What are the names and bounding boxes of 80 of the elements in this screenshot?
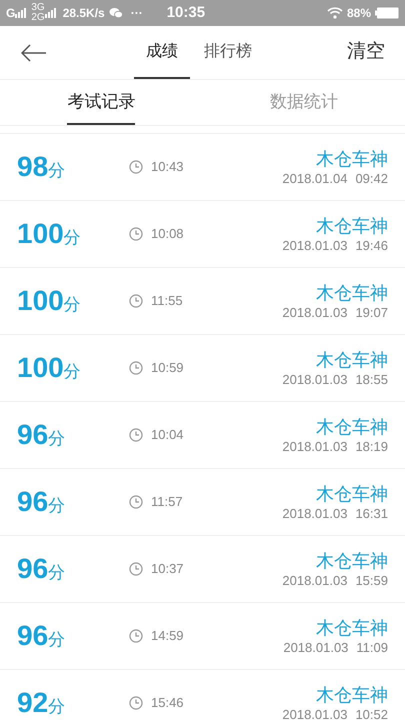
clock-icon xyxy=(129,227,143,241)
carrier-label: 2G xyxy=(31,13,45,23)
score-value: 96 xyxy=(17,552,48,586)
score-unit: 分 xyxy=(48,428,66,450)
exam-duration: 11:55 xyxy=(151,292,183,310)
clock-icon xyxy=(129,294,143,308)
exam-duration: 11:57 xyxy=(151,493,183,512)
score-value: 96 xyxy=(17,619,48,653)
record-time: 19:46 xyxy=(355,238,388,252)
record-date: 2018.01.03 xyxy=(282,440,348,452)
header-tab[interactable]: 排行榜 xyxy=(190,26,266,79)
record-date: 2018.01.03 xyxy=(282,306,348,318)
score-unit: 分 xyxy=(48,696,66,718)
score-value: 100 xyxy=(17,284,64,318)
exam-duration: 10:59 xyxy=(151,359,184,378)
clock: 10:35 xyxy=(166,2,206,23)
wifi-icon xyxy=(326,7,343,19)
signal-icon xyxy=(15,8,28,18)
section-tab[interactable]: 考试记录 xyxy=(67,80,136,125)
record-time: 10:52 xyxy=(355,708,388,720)
user-name: 木仓车神 xyxy=(316,284,388,302)
clock-icon xyxy=(129,562,143,576)
chat-icon xyxy=(108,7,123,19)
clear-button[interactable]: 清空 xyxy=(347,38,385,67)
record-date: 2018.01.03 xyxy=(282,238,348,252)
record-date: 2018.01.03 xyxy=(282,372,348,386)
score-unit: 分 xyxy=(48,629,66,651)
user-name: 木仓车神 xyxy=(316,350,388,368)
battery-percent: 88% xyxy=(346,5,371,22)
clock-icon xyxy=(129,160,143,174)
score-unit: 分 xyxy=(48,495,66,517)
exam-duration: 10:37 xyxy=(151,560,184,578)
score-unit: 分 xyxy=(64,361,81,383)
user-name: 木仓车神 xyxy=(316,484,388,502)
score-value: 96 xyxy=(17,418,48,452)
record-time: 18:19 xyxy=(355,440,388,452)
record-date: 2018.01.03 xyxy=(283,640,348,654)
score-value: 100 xyxy=(17,351,64,385)
header-tab[interactable]: 成绩 xyxy=(134,26,190,79)
score-value: 96 xyxy=(17,485,48,519)
score-unit: 分 xyxy=(64,294,81,316)
record-date: 2018.01.04 xyxy=(282,172,348,184)
score-unit: 分 xyxy=(48,562,66,584)
carrier-label: G xyxy=(6,5,16,22)
user-name: 木仓车神 xyxy=(316,618,388,636)
record-time: 09:42 xyxy=(355,172,388,184)
clock-icon xyxy=(129,495,143,509)
record-time: 11:09 xyxy=(356,640,388,654)
battery-icon xyxy=(375,7,399,19)
record-time: 18:55 xyxy=(355,372,388,386)
record-date: 2018.01.03 xyxy=(282,506,348,520)
record-date: 2018.01.03 xyxy=(282,574,348,586)
score-value: 100 xyxy=(17,217,64,251)
clock-icon xyxy=(129,361,143,375)
network-speed: 28.5K/s xyxy=(62,5,105,22)
exam-duration: 10:04 xyxy=(151,426,184,444)
exam-duration: 10:08 xyxy=(151,225,184,244)
user-name: 木仓车神 xyxy=(316,216,388,234)
score-value: 92 xyxy=(17,686,48,720)
carrier-label: 3G xyxy=(31,3,45,13)
record-time: 19:07 xyxy=(355,306,388,318)
back-arrow-icon xyxy=(21,44,47,62)
record-time: 15:59 xyxy=(355,574,388,586)
user-name: 木仓车神 xyxy=(316,552,388,570)
exam-duration: 14:59 xyxy=(151,627,184,646)
user-name: 木仓车神 xyxy=(316,150,388,168)
record-time: 16:31 xyxy=(355,506,388,520)
score-value: 98 xyxy=(17,150,48,184)
exam-duration: 10:43 xyxy=(151,158,184,176)
user-name: 木仓车神 xyxy=(316,686,388,704)
clock-icon xyxy=(129,428,143,442)
user-name: 木仓车神 xyxy=(316,418,388,436)
clock-icon xyxy=(129,629,143,643)
clock-icon xyxy=(129,696,143,710)
record-date: 2018.01.03 xyxy=(282,708,348,720)
more-indicator: ··· xyxy=(130,5,143,22)
score-unit: 分 xyxy=(48,160,66,182)
signal-icon xyxy=(44,8,57,18)
exam-duration: 15:46 xyxy=(151,694,184,712)
score-unit: 分 xyxy=(64,227,81,249)
